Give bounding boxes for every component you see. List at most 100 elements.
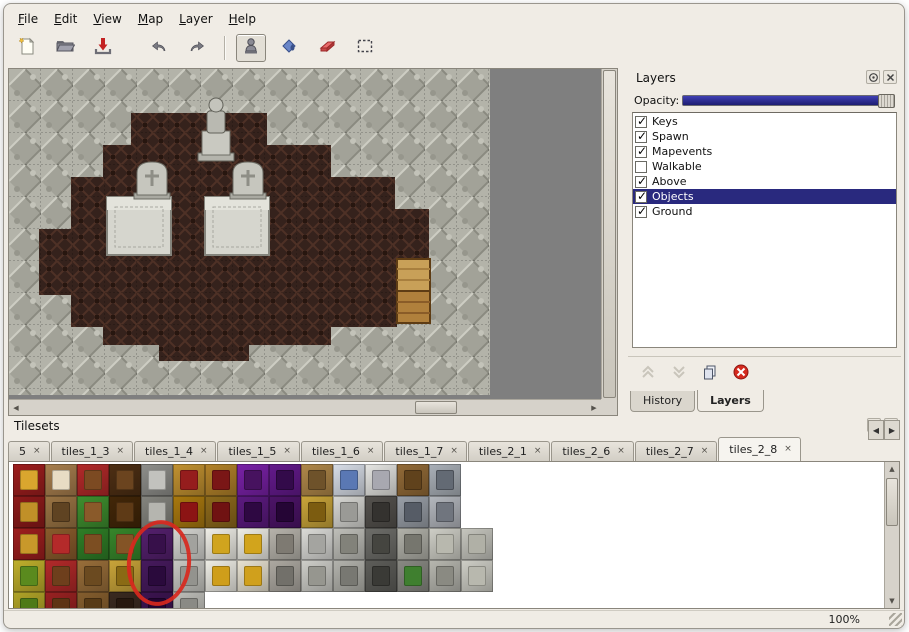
tile-throne-gold-right[interactable] xyxy=(205,464,237,496)
tileset-tab-tiles_1_4[interactable]: tiles_1_4× xyxy=(134,441,216,461)
tile-throne-gold-arm[interactable] xyxy=(205,496,237,528)
dock-tab-layers[interactable]: Layers xyxy=(697,390,764,412)
tile-banner-yellow-base[interactable] xyxy=(13,592,45,609)
opacity-slider-handle[interactable] xyxy=(878,94,895,108)
tile-gargoyle-dark-base[interactable] xyxy=(365,560,397,592)
tile-loom[interactable] xyxy=(45,464,77,496)
tab-close-icon[interactable]: × xyxy=(200,447,208,456)
tile-plant-potted[interactable] xyxy=(77,496,109,528)
close-panel-icon[interactable] xyxy=(883,70,897,84)
scroll-left-icon[interactable]: ◀ xyxy=(9,401,23,415)
menu-item-file[interactable]: File xyxy=(10,10,46,28)
dock-tab-history[interactable]: History xyxy=(630,391,695,412)
tab-close-icon[interactable]: × xyxy=(784,445,792,454)
move-layer-down-button[interactable] xyxy=(669,362,689,382)
tile-wardrobe[interactable] xyxy=(109,464,141,496)
tile-crown-gold[interactable] xyxy=(237,528,269,560)
tile-bookshelf[interactable] xyxy=(45,528,77,560)
tile-pedestal[interactable] xyxy=(429,560,461,592)
tile-throne-gold-seat[interactable] xyxy=(173,496,205,528)
layer-row-mapevents[interactable]: ✓Mapevents xyxy=(633,144,896,159)
eraser-tool-button[interactable] xyxy=(312,34,342,62)
menu-item-layer[interactable]: Layer xyxy=(171,10,220,28)
tile-armor-knight[interactable] xyxy=(429,464,461,496)
tab-close-icon[interactable]: × xyxy=(116,447,124,456)
stamp-tool-button[interactable] xyxy=(236,34,266,62)
tile-banner-white[interactable] xyxy=(365,464,397,496)
tile-armor-statue[interactable] xyxy=(429,496,461,528)
menu-item-help[interactable]: Help xyxy=(221,10,264,28)
map-canvas[interactable] xyxy=(9,69,602,400)
tileset-tab-tiles_2_6[interactable]: tiles_2_6× xyxy=(551,441,633,461)
tile-spinning-wheel[interactable] xyxy=(45,496,77,528)
tile-shelf-trinkets[interactable] xyxy=(301,464,333,496)
tile-stone-tile[interactable] xyxy=(429,528,461,560)
tile-barrel-base[interactable] xyxy=(77,592,109,609)
tileset-tab-5[interactable]: 5× xyxy=(8,441,50,461)
tile-pot-red-2[interactable] xyxy=(45,560,77,592)
tile-frame-picture[interactable] xyxy=(333,464,365,496)
duplicate-layer-button[interactable] xyxy=(700,362,720,382)
layer-visibility-checkbox-objects[interactable]: ✓ xyxy=(635,191,647,203)
map-vertical-scrollbar[interactable] xyxy=(601,69,617,399)
tile-throne-purple-right[interactable] xyxy=(269,464,301,496)
tileset-tab-tiles_2_7[interactable]: tiles_2_7× xyxy=(635,441,717,461)
tile-throne-purple-seat[interactable] xyxy=(237,496,269,528)
tile-gold-trinkets[interactable] xyxy=(301,496,333,528)
layer-visibility-checkbox-walkable[interactable] xyxy=(635,161,647,173)
layer-row-spawn[interactable]: ✓Spawn xyxy=(633,129,896,144)
tab-close-icon[interactable]: × xyxy=(367,447,375,456)
open-file-button[interactable] xyxy=(50,34,80,62)
tileset-vertical-scrollbar[interactable]: ▲ ▼ xyxy=(884,462,899,608)
tile-monument[interactable] xyxy=(397,528,429,560)
tab-scroll-right-icon[interactable]: ▶ xyxy=(884,420,900,440)
tile-gargoyle-light-base[interactable] xyxy=(333,560,365,592)
opacity-slider[interactable] xyxy=(682,95,895,106)
tileset-vscroll-thumb[interactable] xyxy=(886,478,898,526)
tileset-tab-tiles_1_6[interactable]: tiles_1_6× xyxy=(301,441,383,461)
tile-banner-red-small[interactable] xyxy=(13,528,45,560)
map-hscroll-thumb[interactable] xyxy=(415,401,457,414)
tile-banner-yellow[interactable] xyxy=(13,560,45,592)
undo-button[interactable] xyxy=(144,34,174,62)
tile-plant-potted-2[interactable] xyxy=(77,528,109,560)
layer-row-ground[interactable]: ✓Ground xyxy=(633,204,896,219)
resize-grip[interactable] xyxy=(889,613,902,626)
tileset-tab-tiles_2_8[interactable]: tiles_2_8× xyxy=(718,437,800,461)
new-file-button[interactable] xyxy=(12,34,42,62)
tile-cabinet-wood[interactable] xyxy=(397,464,429,496)
tile-gargoyle-dark[interactable] xyxy=(365,528,397,560)
tileset-tab-tiles_1_7[interactable]: tiles_1_7× xyxy=(384,441,466,461)
map-vscroll-thumb[interactable] xyxy=(603,70,616,398)
scroll-up-icon[interactable]: ▲ xyxy=(885,462,899,476)
scroll-down-icon[interactable]: ▼ xyxy=(885,594,899,608)
tile-stone-slab[interactable] xyxy=(365,496,397,528)
tile-stone-tile-2[interactable] xyxy=(461,528,493,560)
tab-close-icon[interactable]: × xyxy=(617,447,625,456)
tile-pot-red-base[interactable] xyxy=(45,592,77,609)
tab-close-icon[interactable]: × xyxy=(534,447,542,456)
layer-visibility-checkbox-above[interactable]: ✓ xyxy=(635,176,647,188)
redo-button[interactable] xyxy=(182,34,212,62)
layer-row-walkable[interactable]: Walkable xyxy=(633,159,896,174)
tile-key-gold[interactable] xyxy=(205,528,237,560)
tile-statue-praying-base[interactable] xyxy=(301,560,333,592)
tile-stone-tile-3[interactable] xyxy=(461,560,493,592)
tab-close-icon[interactable]: × xyxy=(283,447,291,456)
tileset-tab-tiles_1_5[interactable]: tiles_1_5× xyxy=(217,441,299,461)
tileset-tab-tiles_2_1[interactable]: tiles_2_1× xyxy=(468,441,550,461)
scroll-right-icon[interactable]: ▶ xyxy=(587,401,601,415)
fill-tool-button[interactable] xyxy=(274,34,304,62)
tile-wardrobe-base[interactable] xyxy=(109,496,141,528)
tile-barrel[interactable] xyxy=(77,560,109,592)
tile-tomb-white[interactable] xyxy=(333,496,365,528)
move-layer-up-button[interactable] xyxy=(638,362,658,382)
tile-rock-pile-2[interactable] xyxy=(269,560,301,592)
tile-armor-knight-base[interactable] xyxy=(397,496,429,528)
tile-door-stone[interactable] xyxy=(141,464,173,496)
tile-throne-purple-arm[interactable] xyxy=(269,496,301,528)
layer-visibility-checkbox-mapevents[interactable]: ✓ xyxy=(635,146,647,158)
layer-row-objects[interactable]: ✓Objects xyxy=(633,189,896,204)
tab-close-icon[interactable]: × xyxy=(701,447,709,456)
float-panel-icon[interactable] xyxy=(866,70,880,84)
